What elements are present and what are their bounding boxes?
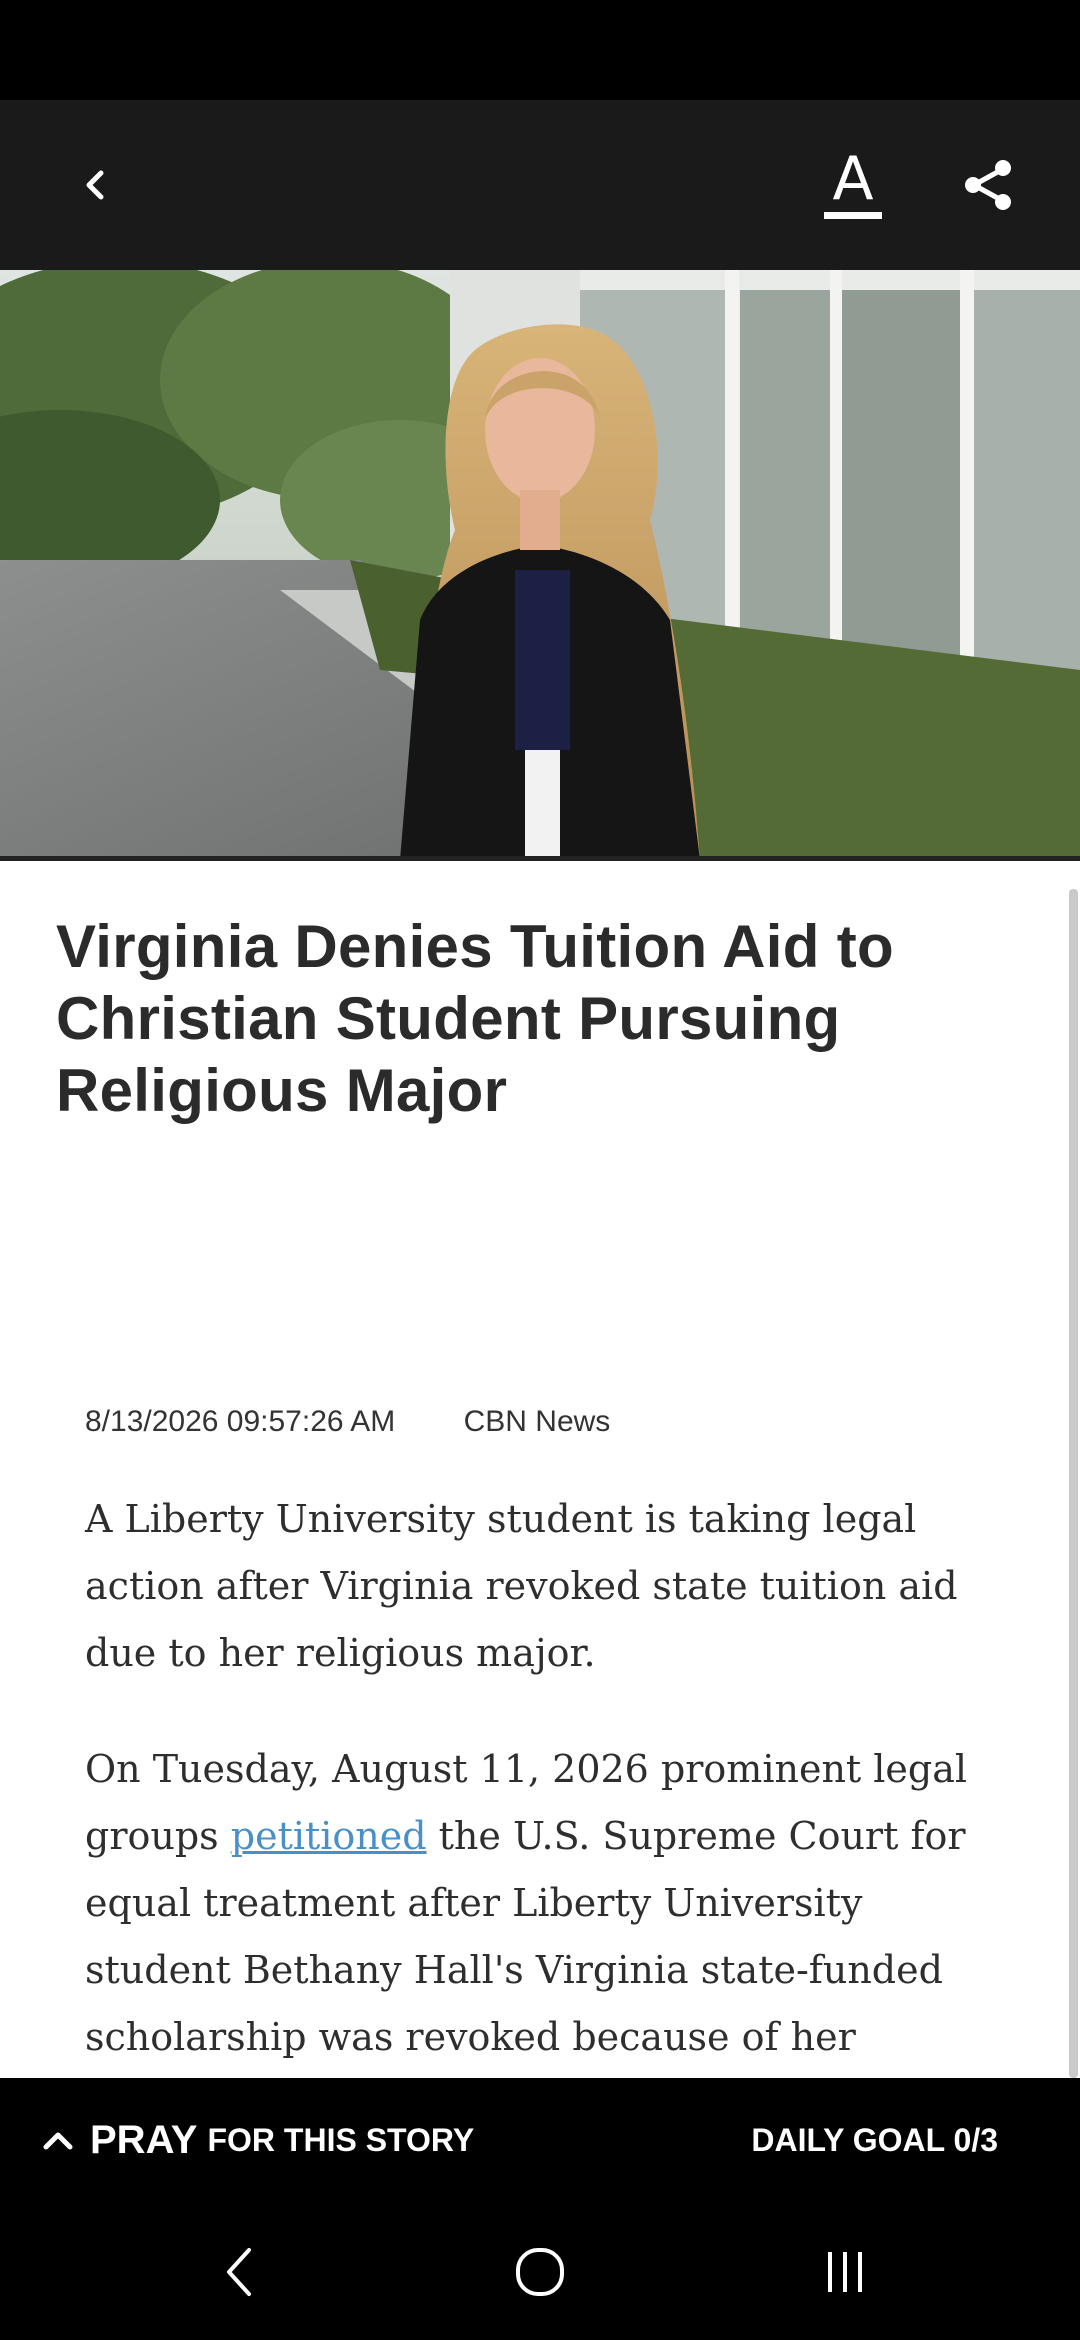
font-size-button[interactable]: A [808,140,898,230]
article-meta: 8/13/2026 09:57:26 AM CBN News [85,1405,610,1439]
scrollbar[interactable] [1069,889,1078,2078]
share-icon [965,160,1011,210]
pray-for-story-button[interactable]: PRAY FOR THIS STORY [40,2110,474,2170]
daily-goal: DAILY GOAL 0/3 [751,2122,998,2158]
petitioned-link[interactable]: petitioned [231,1814,427,1858]
share-button[interactable] [944,140,1034,230]
nav-recents-icon [828,2252,862,2292]
nav-recents-button[interactable] [795,2222,895,2322]
text-size-icon: A [832,143,874,214]
font-underline [824,211,882,219]
app-bar: A [0,100,1080,270]
pray-subtitle: FOR THIS STORY [207,2121,475,2158]
pray-bar: PRAY FOR THIS STORY DAILY GOAL 0/3 [0,2078,1080,2202]
article-source: CBN News [463,1405,611,1438]
pray-label: PRAY [90,2117,198,2162]
chevron-up-icon [43,2132,73,2150]
nav-back-button[interactable] [190,2222,290,2322]
back-button[interactable] [50,140,140,230]
article-paragraph: On Tuesday, August 11, 2026 prominent le… [85,1736,985,2071]
article-timestamp: 8/13/2026 09:57:26 AM [85,1405,396,1438]
nav-home-icon [516,2248,564,2296]
hero-photo [0,270,1080,860]
status-bar [0,0,1080,100]
article-paragraph: A Liberty University student is taking l… [85,1497,958,1675]
article-content[interactable]: Virginia Denies Tuition Aid to Christian… [0,861,1080,2078]
system-nav-bar [0,2202,1080,2340]
chevron-left-icon [86,170,104,200]
nav-home-button[interactable] [490,2222,590,2322]
article-headline: Virginia Denies Tuition Aid to Christian… [56,913,894,1124]
nav-back-icon [227,2248,251,2296]
